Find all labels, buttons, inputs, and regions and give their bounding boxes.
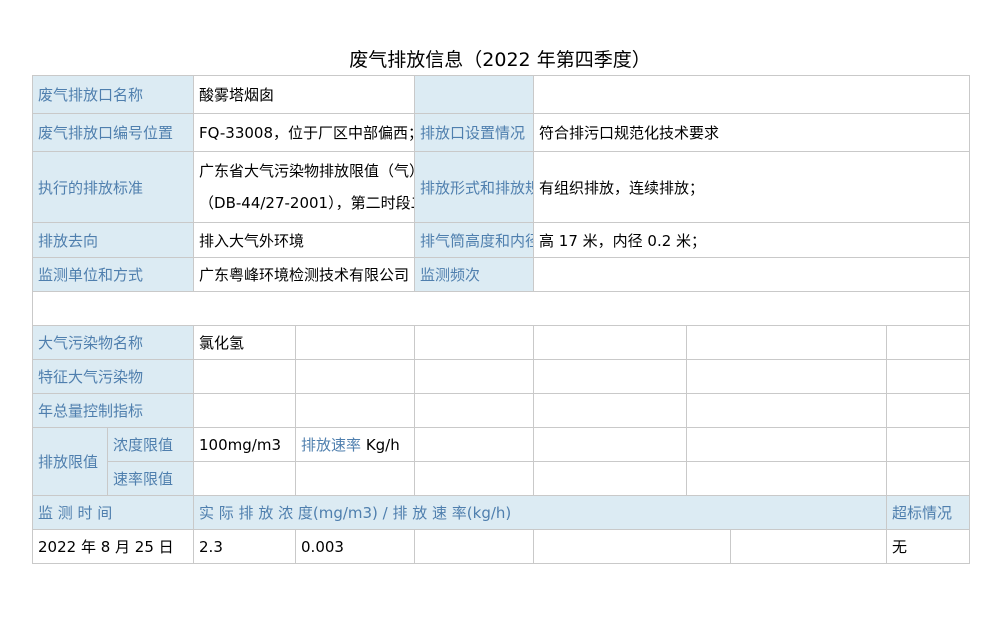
standard-label: 执行的排放标准: [31, 151, 195, 223]
actual-emission-label: 实 际 排 放 浓 度(mg/m3) / 排 放 速 率(kg/h): [193, 495, 888, 530]
standard-value-line1: 广东省大气污染物排放限值（气）: [199, 162, 415, 180]
empty-cell: [414, 529, 535, 564]
table-row: 废气排放口编号位置 FQ-33008，位于厂区中部偏西； 排放口设置情况 符合排…: [31, 113, 971, 152]
destination-label: 排放去向: [31, 222, 195, 258]
stack-label: 排气筒高度和内径: [414, 222, 535, 258]
empty-cell: [886, 325, 971, 360]
empty-cell: [533, 461, 688, 496]
empty-cell: [886, 393, 971, 428]
table-row: 排放限值 浓度限值 100mg/m3 排放速率 Kg/h: [32, 427, 971, 496]
empty-cell: [686, 461, 888, 496]
empty-cell: [414, 325, 535, 360]
pollutant-name-label: 大气污染物名称: [31, 325, 195, 360]
table-row: 速率限值: [33, 461, 971, 496]
emission-info-table: 废气排放口名称 酸雾塔烟囱 废气排放口编号位置 FQ-33008，位于厂区中部偏…: [31, 75, 971, 564]
table-row: 执行的排放标准 广东省大气污染物排放限值（气） （DB-44/27-2001），…: [31, 151, 971, 223]
spacer-cell: [31, 291, 971, 326]
monitoring-header-row: 监 测 时 间 实 际 排 放 浓 度(mg/m3) / 排 放 速 率(kg/…: [31, 495, 971, 530]
total-control-label: 年总量控制指标: [31, 393, 195, 428]
outlet-setup-label: 排放口设置情况: [414, 113, 535, 152]
outlet-name-value: 酸雾塔烟囱: [193, 75, 416, 114]
outlet-name-label: 废气排放口名称: [31, 75, 195, 114]
empty-cell: [295, 359, 416, 394]
empty-cell: [193, 461, 297, 496]
empty-cell: [533, 359, 688, 394]
empty-cell: [414, 359, 535, 394]
rate-limit-label: 速率限值: [106, 461, 195, 496]
empty-cell: [533, 529, 732, 564]
standard-value: 广东省大气污染物排放限值（气） （DB-44/27-2001），第二时段二级标准: [193, 151, 416, 223]
empty-cell: [686, 393, 888, 428]
emission-form-value: 有组织排放，连续排放；: [533, 151, 971, 223]
empty-cell: [533, 427, 688, 462]
page-title: 废气排放信息（2022 年第四季度）: [349, 49, 651, 71]
characteristic-pollutant-label: 特征大气污染物: [31, 359, 195, 394]
table-row: 2022 年 8 月 25 日 2.3 0.003 无: [31, 529, 971, 564]
rate-value: 0.003: [295, 529, 416, 564]
standard-value-line2: （DB-44/27-2001），第二时段二级标准: [199, 194, 414, 212]
table-row: 特征大气污染物: [31, 359, 971, 394]
table-row: 监测单位和方式 广东粤峰环境检测技术有限公司 监测频次: [31, 257, 971, 292]
monitor-freq-label: 监测频次: [414, 257, 535, 292]
rate-unit: Kg/h: [365, 436, 400, 454]
empty-cell: [886, 359, 971, 394]
monitor-unit-label: 监测单位和方式: [31, 257, 195, 292]
empty-cell: [686, 427, 888, 462]
emission-form-label: 排放形式和排放规律: [414, 151, 535, 223]
stack-value: 高 17 米，内径 0.2 米；: [533, 222, 971, 258]
empty-cell: [686, 325, 888, 360]
empty-cell: [193, 359, 297, 394]
empty-cell: [193, 393, 297, 428]
table-row: 排放去向 排入大气外环境 排气筒高度和内径 高 17 米，内径 0.2 米；: [31, 222, 971, 258]
blank-label-cell: [414, 75, 535, 114]
empty-cell: [533, 393, 688, 428]
conc-limit-label: 浓度限值: [106, 427, 195, 462]
rate-label: 排放速率: [301, 436, 362, 454]
concentration-value: 2.3: [193, 529, 297, 564]
monitor-freq-value: [533, 257, 971, 292]
empty-cell: [295, 325, 416, 360]
empty-cell: [414, 393, 535, 428]
empty-cell: [686, 359, 888, 394]
outlet-setup-value: 符合排污口规范化技术要求: [533, 113, 971, 152]
rate-limit-cell: 排放速率 Kg/h: [295, 427, 416, 462]
monitor-date: 2022 年 8 月 25 日: [31, 529, 195, 564]
empty-cell: [886, 461, 971, 496]
blank-value-cell: [533, 75, 971, 114]
outlet-code-label: 废气排放口编号位置: [31, 113, 195, 152]
empty-cell: [295, 461, 416, 496]
empty-cell: [295, 393, 416, 428]
table-row: 年总量控制指标: [31, 393, 971, 428]
empty-cell: [414, 427, 535, 462]
table-row: 废气排放口名称 酸雾塔烟囱: [31, 75, 971, 114]
spacer-row: [31, 291, 971, 326]
outlet-code-value: FQ-33008，位于厂区中部偏西；: [193, 113, 416, 152]
monitor-unit-value: 广东粤峰环境检测技术有限公司: [193, 257, 416, 292]
pollutant-name-value: 氯化氢: [193, 325, 297, 360]
empty-cell: [414, 461, 535, 496]
conc-limit-value: 100mg/m3: [193, 427, 297, 462]
empty-cell: [730, 529, 888, 564]
destination-value: 排入大气外环境: [193, 222, 416, 258]
exceed-label: 超标情况: [886, 495, 971, 530]
empty-cell: [533, 325, 688, 360]
monitor-time-label: 监 测 时 间: [31, 495, 195, 530]
empty-cell: [886, 427, 971, 462]
exceed-value: 无: [886, 529, 971, 564]
limit-label: 排放限值: [32, 427, 108, 496]
table-row: 大气污染物名称 氯化氢: [31, 325, 971, 360]
